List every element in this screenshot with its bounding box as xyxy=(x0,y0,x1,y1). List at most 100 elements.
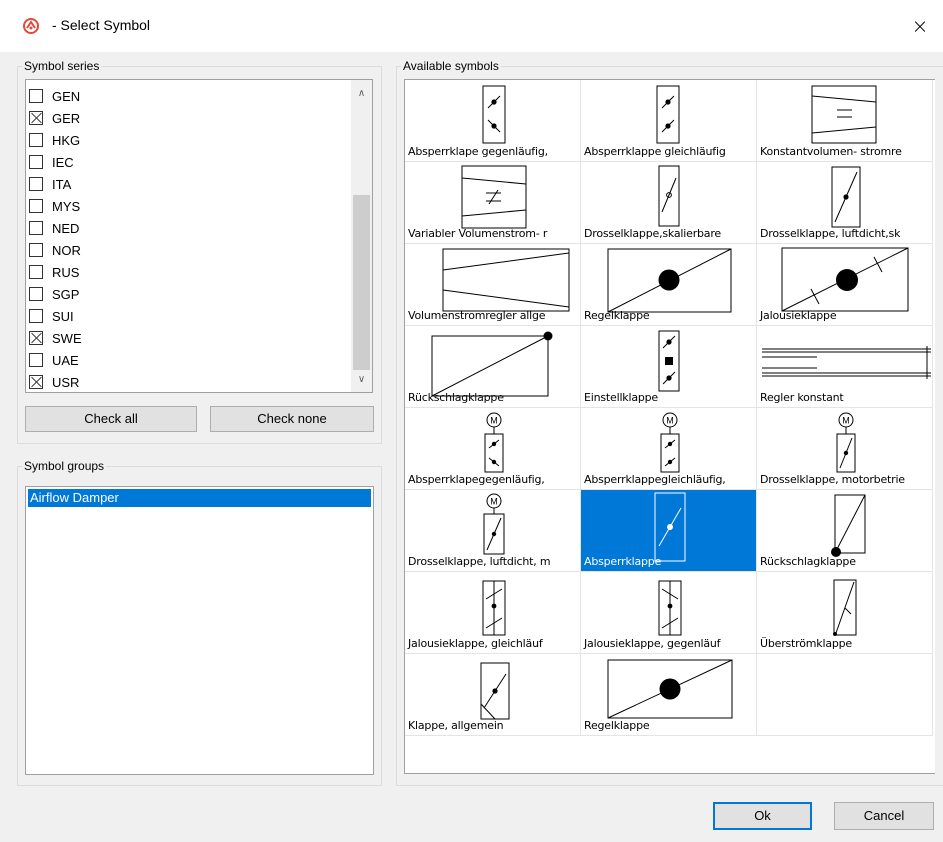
series-label: MYS xyxy=(52,198,81,214)
symbol-label: Regler konstant xyxy=(760,391,844,404)
vertical-scrollbar[interactable]: ∧ ∨ xyxy=(351,80,372,392)
symbol-label: Überströmklappe xyxy=(760,637,852,650)
check-all-button[interactable]: Check all xyxy=(25,406,197,432)
symbol-label: Regelklappe xyxy=(584,309,650,322)
symbol-cell[interactable]: Volumenstromregler allge xyxy=(405,244,581,326)
symbol-cell[interactable]: Regler konstant xyxy=(757,326,933,408)
symbol-cell[interactable]: Jalousieklappe xyxy=(757,244,933,326)
series-item-gen[interactable]: GEN xyxy=(29,85,349,107)
series-item-sui[interactable]: SUI xyxy=(29,305,349,327)
checkbox[interactable] xyxy=(29,243,43,257)
symbol-label: Rückschlagklappe xyxy=(408,391,504,404)
close-button[interactable]: × xyxy=(897,0,943,52)
symbol-cell[interactable]: M Absperrklappegleichläufig, xyxy=(581,408,757,490)
symbol-cell[interactable]: Regelklappe xyxy=(581,244,757,326)
symbol-label: Absperrklape gegenläufig, xyxy=(408,145,548,158)
checkbox[interactable] xyxy=(29,155,43,169)
symbol-label: Jalousieklappe xyxy=(760,309,837,322)
checkbox[interactable] xyxy=(29,199,43,213)
series-item-hkg[interactable]: HKG xyxy=(29,129,349,151)
scroll-up-arrow-icon[interactable]: ∧ xyxy=(351,84,372,104)
series-item-rus[interactable]: RUS xyxy=(29,261,349,283)
symbol-groups-legend: Symbol groups xyxy=(24,459,105,473)
series-label: USR xyxy=(52,374,80,390)
series-item-nor[interactable]: NOR xyxy=(29,239,349,261)
symbol-cell[interactable]: Drosselklappe,skalierbare xyxy=(581,162,757,244)
symbol-cell[interactable]: Konstantvolumen- stromre xyxy=(757,80,933,162)
series-label: ITA xyxy=(52,176,72,192)
series-label: NED xyxy=(52,220,80,236)
symbol-label: Absperrklapegegenläufig, xyxy=(408,473,545,486)
symbol-cell-empty xyxy=(757,654,933,736)
symbol-cell[interactable]: Regelklappe xyxy=(581,654,757,736)
series-label: GER xyxy=(52,110,81,126)
symbols-grid[interactable]: Absperrklape gegenläufig, Absperrklappe … xyxy=(404,79,935,774)
symbol-cell[interactable]: Jalousieklappe, gegenläuf xyxy=(581,572,757,654)
series-item-uae[interactable]: UAE xyxy=(29,349,349,371)
checkbox[interactable] xyxy=(29,111,43,125)
symbol-cell-selected[interactable]: Absperrklappe xyxy=(581,490,757,572)
series-item-ger[interactable]: GER xyxy=(29,107,349,129)
symbol-label: Klappe, allgemein xyxy=(408,719,504,732)
app-logo-icon xyxy=(23,18,39,34)
checkbox[interactable] xyxy=(29,309,43,323)
ok-button[interactable]: Ok xyxy=(713,802,812,830)
symbol-cell[interactable]: Absperrklape gegenläufig, xyxy=(405,80,581,162)
checkbox[interactable] xyxy=(29,353,43,367)
checkbox[interactable] xyxy=(29,133,43,147)
symbol-label: Jalousieklappe, gleichläuf xyxy=(408,637,543,650)
symbol-label: Variabler Volumenstrom- r xyxy=(408,227,548,240)
symbol-cell[interactable]: Rückschlagklappe xyxy=(757,490,933,572)
symbol-label: Einstellklappe xyxy=(584,391,659,404)
scroll-down-arrow-icon[interactable]: ∨ xyxy=(351,370,372,390)
symbol-label: Drosselklappe, luftdicht,sk xyxy=(760,227,901,240)
series-label: SWE xyxy=(52,330,82,346)
symbol-cell[interactable]: Einstellklappe xyxy=(581,326,757,408)
series-item-iec[interactable]: IEC xyxy=(29,151,349,173)
symbol-cell[interactable]: Absperrklappe gleichläufig xyxy=(581,80,757,162)
checkbox[interactable] xyxy=(29,89,43,103)
series-item-ned[interactable]: NED xyxy=(29,217,349,239)
checkbox[interactable] xyxy=(29,177,43,191)
symbol-label: Drosselklappe, motorbetrie xyxy=(760,473,905,486)
symbol-cell[interactable]: Drosselklappe, luftdicht,sk xyxy=(757,162,933,244)
symbol-cell[interactable]: Überströmklappe xyxy=(757,572,933,654)
series-label: GEN xyxy=(52,88,81,104)
series-item-sgp[interactable]: SGP xyxy=(29,283,349,305)
checkbox[interactable] xyxy=(29,287,43,301)
symbol-cell[interactable]: M Drosselklappe, luftdicht, m xyxy=(405,490,581,572)
series-label: NOR xyxy=(52,242,81,258)
check-none-button[interactable]: Check none xyxy=(210,406,374,432)
series-item-ita[interactable]: ITA xyxy=(29,173,349,195)
symbol-label: Absperrklappe gleichläufig xyxy=(584,145,726,158)
symbol-series-list[interactable]: GEN GER HKG IEC ITA MYS NED NOR RUS SGP … xyxy=(25,79,373,393)
checkbox[interactable] xyxy=(29,375,43,389)
series-item-usr[interactable]: USR xyxy=(29,371,349,392)
symbol-cell[interactable]: Variabler Volumenstrom- r xyxy=(405,162,581,244)
symbol-cell[interactable]: M Absperrklapegegenläufig, xyxy=(405,408,581,490)
symbol-cell[interactable]: Rückschlagklappe xyxy=(405,326,581,408)
series-label: SGP xyxy=(52,286,80,302)
symbol-cell[interactable]: M Drosselklappe, motorbetrie xyxy=(757,408,933,490)
scroll-thumb[interactable] xyxy=(353,195,370,370)
series-label: UAE xyxy=(52,352,79,368)
available-symbols-legend: Available symbols xyxy=(403,59,499,73)
symbol-cell[interactable]: Jalousieklappe, gleichläuf xyxy=(405,572,581,654)
series-label: RUS xyxy=(52,264,80,280)
checkbox[interactable] xyxy=(29,265,43,279)
checkbox[interactable] xyxy=(29,221,43,235)
series-item-swe[interactable]: SWE xyxy=(29,327,349,349)
title-bar: - Select Symbol × xyxy=(0,0,943,52)
cancel-button[interactable]: Cancel xyxy=(834,802,934,830)
symbol-series-legend: Symbol series xyxy=(24,59,100,73)
checkbox[interactable] xyxy=(29,331,43,345)
group-item-airflow-damper[interactable]: Airflow Damper xyxy=(28,489,371,507)
symbol-groups-list[interactable]: Airflow Damper xyxy=(25,486,374,775)
series-label: HKG xyxy=(52,132,81,148)
series-item-mys[interactable]: MYS xyxy=(29,195,349,217)
symbol-label: Drosselklappe, luftdicht, m xyxy=(408,555,551,568)
series-label: SUI xyxy=(52,308,74,324)
symbol-label: Regelklappe xyxy=(584,719,650,732)
symbol-label: Volumenstromregler allge xyxy=(408,309,546,322)
symbol-cell[interactable]: Klappe, allgemein xyxy=(405,654,581,736)
